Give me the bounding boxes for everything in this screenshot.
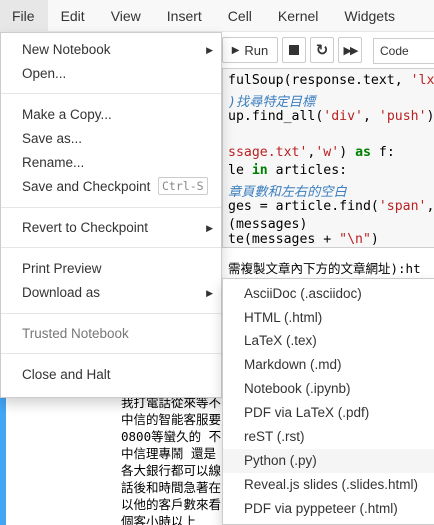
download-asciidoc-item[interactable]: AsciiDoc (.asciidoc)	[223, 282, 434, 306]
trusted-notebook-item: Trusted Notebook	[22, 326, 129, 341]
code-line: 章頁數和左右的空白	[228, 185, 347, 200]
output-line: 需複製文章內下方的文章網址):ht	[228, 261, 421, 276]
code-line: ges = article.find('span','f	[228, 199, 434, 214]
download-notebook-item[interactable]: Notebook (.ipynb)	[223, 377, 434, 401]
code-line: te(messages + "\n")	[228, 232, 379, 247]
menu-divider	[1, 247, 221, 248]
menu-divider	[1, 353, 221, 354]
menubar: File Edit View Insert Cell Kernel Widget…	[0, 0, 434, 32]
menu-cell[interactable]: Cell	[215, 0, 265, 32]
toolbar: ▶ Run ↻ ▶▶	[222, 36, 362, 64]
revert-label: Revert to Checkpoint	[22, 220, 149, 235]
menu-divider	[1, 93, 221, 94]
save-checkpoint-item[interactable]: Save and Checkpoint Ctrl-S	[1, 176, 221, 198]
download-latex-item[interactable]: LaTeX (.tex)	[223, 329, 434, 353]
restart-button[interactable]: ↻	[310, 37, 334, 63]
download-pyppeteer-item[interactable]: PDF via pyppeteer (.html)	[223, 497, 434, 521]
revert-checkpoint-item[interactable]: Revert to Checkpoint ▶	[1, 217, 221, 239]
new-notebook-label: New Notebook	[22, 42, 111, 57]
code-line: (messages)	[228, 217, 308, 232]
cell-type-select[interactable]: Code	[373, 38, 434, 64]
code-line: up.find_all('div', 'push')	[228, 109, 434, 124]
download-markdown-item[interactable]: Markdown (.md)	[223, 353, 434, 377]
download-as-label: Download as	[22, 285, 101, 300]
code-line: le in articles:	[228, 163, 348, 178]
download-as-item[interactable]: Download as ▶	[1, 282, 221, 304]
download-submenu: AsciiDoc (.asciidoc) HTML (.html) LaTeX …	[222, 278, 434, 525]
menu-insert[interactable]: Insert	[154, 0, 215, 32]
save-checkpoint-label: Save and Checkpoint	[22, 179, 151, 194]
download-rest-item[interactable]: reST (.rst)	[223, 425, 434, 449]
code-line: )找尋特定目標	[228, 95, 316, 110]
caret-right-icon: ▶	[206, 288, 213, 298]
menu-view[interactable]: View	[98, 0, 154, 32]
restart-run-all-button[interactable]: ▶▶	[338, 37, 362, 63]
download-python-item[interactable]: Python (.py)	[223, 449, 434, 473]
menu-file[interactable]: File	[0, 0, 48, 32]
save-as-item[interactable]: Save as...	[1, 128, 221, 150]
open-item[interactable]: Open...	[1, 63, 221, 85]
cell-selection-bar	[0, 382, 6, 525]
rename-item[interactable]: Rename...	[1, 152, 221, 174]
menu-divider	[1, 313, 221, 314]
close-halt-item[interactable]: Close and Halt	[1, 364, 221, 386]
interrupt-button[interactable]	[282, 37, 306, 63]
download-reveal-item[interactable]: Reveal.js slides (.slides.html)	[223, 473, 434, 497]
download-pdf-latex-item[interactable]: PDF via LaTeX (.pdf)	[223, 401, 434, 425]
menu-kernel[interactable]: Kernel	[265, 0, 331, 32]
output-text-line: 個客小時以上	[121, 514, 197, 525]
fast-forward-icon: ▶▶	[343, 44, 359, 57]
download-html-item[interactable]: HTML (.html)	[223, 306, 434, 330]
menu-edit[interactable]: Edit	[48, 0, 98, 32]
run-button[interactable]: ▶ Run	[222, 37, 278, 63]
menu-widgets[interactable]: Widgets	[331, 0, 408, 32]
save-shortcut: Ctrl-S	[158, 177, 208, 195]
stop-icon	[289, 45, 299, 55]
run-label: Run	[244, 42, 269, 58]
play-icon: ▶	[231, 44, 240, 56]
caret-right-icon: ▶	[206, 223, 213, 233]
print-preview-item[interactable]: Print Preview	[1, 258, 221, 280]
code-line: ssage.txt','w') as f:	[228, 145, 395, 160]
new-notebook-item[interactable]: New Notebook ▶	[1, 39, 221, 61]
restart-icon: ↻	[315, 42, 329, 59]
caret-right-icon: ▶	[206, 45, 213, 55]
file-menu: New Notebook ▶ Open... Make a Copy... Sa…	[0, 32, 222, 398]
make-copy-item[interactable]: Make a Copy...	[1, 104, 221, 126]
code-line: fulSoup(response.text, 'lxml	[228, 73, 434, 88]
menu-divider	[1, 207, 221, 208]
